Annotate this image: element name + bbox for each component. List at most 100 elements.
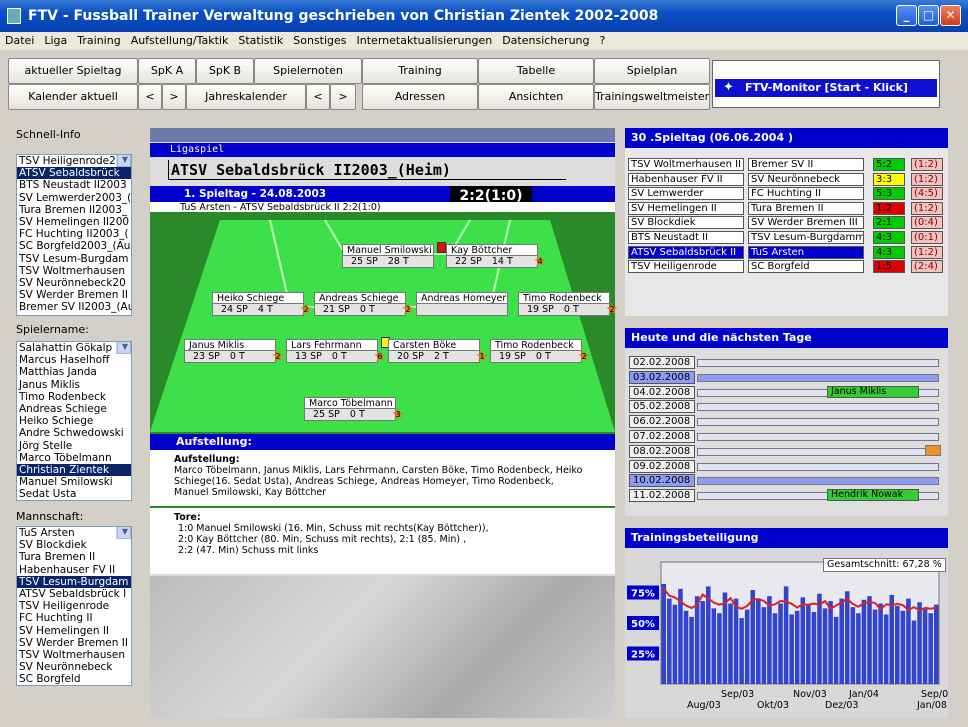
match-away-team[interactable]: TSV Lesum-Burgdamm II — [748, 231, 864, 244]
list-item[interactable]: Christian Zientek — [17, 463, 131, 477]
match-away-team[interactable]: Tura Bremen II — [748, 201, 864, 215]
list-item[interactable]: SV Neurönnebeck — [17, 661, 131, 673]
match-home-team[interactable]: SV Hemelingen II — [628, 201, 744, 215]
spieler-list[interactable]: Salahattin Gökalp Marcus Haselhoff Matthia… — [16, 341, 132, 501]
toolbar-button[interactable]: Training — [362, 58, 478, 84]
player-card[interactable]: Marco Töbelmann 25 SP 0 T ★ 3 — [304, 397, 405, 423]
schnellinfo-list[interactable]: TSV Heiligenrode2000 ATSV Sebaldsbrück BTS… — [16, 154, 132, 316]
list-item[interactable]: SV Werder Bremen II — [17, 289, 131, 301]
match-away-team[interactable]: SV Neurönnebeck — [748, 172, 864, 186]
toolbar-button[interactable]: Ansichten — [478, 84, 594, 110]
list-item[interactable]: SC Borgfeld2003_(Au — [17, 240, 131, 252]
player-card[interactable]: Andreas Homeyer — [416, 292, 508, 318]
list-item[interactable]: BTS Neustadt II2003 — [17, 179, 131, 191]
minimize-button[interactable]: _ — [896, 5, 917, 26]
toolbar-button[interactable]: < — [138, 84, 162, 110]
list-item[interactable]: Heiko Schiege — [17, 415, 131, 427]
match-home-team[interactable]: ATSV Sebaldsbrück II — [628, 245, 744, 259]
date-label[interactable]: 09.02.2008 — [629, 459, 695, 473]
player-card[interactable]: Janus Miklis 23 SP 0 T ★ 2 — [184, 339, 285, 365]
menu-item[interactable]: Aufstellung/Taktik — [126, 32, 234, 49]
scroll-down-button[interactable]: ▼ — [117, 342, 131, 355]
ftv-monitor-button[interactable]: ✦ FTV-Monitor [Start - Klick] — [715, 79, 937, 97]
player-card[interactable]: Carsten Böke 20 SP 2 T ★ 1 — [388, 339, 489, 365]
menu-item[interactable]: Liga — [39, 32, 72, 49]
date-label[interactable]: 05.02.2008 — [629, 400, 695, 414]
list-item[interactable]: Marcus Haselhoff — [17, 354, 131, 366]
list-item[interactable]: TSV Heiligenrode2000 — [17, 155, 131, 167]
list-item[interactable]: TSV Woltmerhausen — [17, 649, 131, 661]
toolbar-button[interactable]: > — [162, 84, 186, 110]
toolbar-button[interactable]: Tabelle — [478, 58, 594, 84]
list-item[interactable]: SV Hemelingen II200 — [17, 216, 131, 228]
toolbar-button[interactable]: Kalender aktuell — [8, 84, 138, 110]
menu-item[interactable]: ? — [595, 32, 611, 49]
scrollbar[interactable]: ▲▼ — [116, 527, 131, 540]
list-item[interactable]: TSV Woltmerhausen — [17, 265, 131, 277]
toolbar-button[interactable]: Trainingsweltmeister — [594, 84, 710, 110]
player-card[interactable]: Timo Rodenbeck 19 SP 0 T ★ 2 — [490, 339, 591, 365]
match-away-team[interactable]: Bremer SV II — [748, 158, 864, 171]
player-card[interactable]: Kay Böttcher 22 SP 14 T ★ 4 — [446, 244, 547, 270]
maximize-button[interactable]: □ — [918, 5, 939, 26]
player-card[interactable]: Manuel Smilowski 25 SP 28 T — [342, 242, 446, 270]
list-item[interactable]: TSV Lesum-Burgdam — [17, 575, 131, 588]
scrollbar[interactable]: ▲▼ — [116, 342, 131, 355]
date-label[interactable]: 06.02.2008 — [629, 415, 695, 429]
toolbar-button[interactable]: Jahreskalender — [186, 84, 306, 110]
app-icon[interactable] — [7, 8, 21, 24]
menu-item[interactable]: Statistik — [233, 32, 288, 49]
list-item[interactable]: Tura Bremen II — [17, 551, 131, 563]
date-label[interactable]: 03.02.2008 — [629, 370, 695, 384]
list-item[interactable]: SV Blockdiek — [17, 539, 131, 551]
toolbar-button[interactable]: > — [330, 84, 356, 110]
date-label[interactable]: 04.02.2008 — [629, 385, 695, 399]
list-item[interactable]: ATSV Sebaldsbrück — [17, 167, 131, 180]
list-item[interactable]: TuS Arsten — [17, 527, 131, 539]
list-item[interactable]: Janus Miklis — [17, 379, 131, 391]
date-label[interactable]: 08.02.2008 — [629, 444, 695, 458]
toolbar-button[interactable]: < — [306, 84, 330, 110]
list-item[interactable]: FC Huchting II — [17, 612, 131, 624]
list-item[interactable]: SV Neurönnebeck20 — [17, 277, 131, 289]
date-label[interactable]: 10.02.2008 — [629, 474, 695, 488]
list-item[interactable]: Andreas Schiege — [17, 403, 131, 415]
player-card[interactable]: Heiko Schiege 24 SP 4 T ★ 2 — [212, 292, 313, 318]
menu-item[interactable]: Training — [72, 32, 125, 49]
list-item[interactable]: TSV Heiligenrode — [17, 600, 131, 612]
match-away-team[interactable]: SV Werder Bremen III — [748, 216, 864, 230]
match-home-team[interactable]: TSV Heiligenrode — [628, 260, 744, 274]
toolbar-button[interactable]: SpK B — [196, 58, 254, 84]
list-item[interactable]: Jörg Stelle — [17, 440, 131, 452]
list-item[interactable]: TSV Lesum-Burgdam — [17, 253, 131, 265]
list-item[interactable]: Sedat Usta — [17, 488, 131, 500]
scrollbar[interactable]: ▲▼ — [116, 155, 131, 168]
mannschaft-list[interactable]: TuS Arsten SV Blockdiek Tura Bremen II Habe… — [16, 526, 132, 686]
date-label[interactable]: 07.02.2008 — [629, 430, 695, 443]
toolbar-button[interactable]: Spielplan — [594, 58, 710, 84]
scroll-down-button[interactable]: ▼ — [117, 155, 131, 168]
scroll-down-button[interactable]: ▼ — [117, 527, 131, 540]
list-item[interactable]: Manuel Smilowski — [17, 476, 131, 488]
list-item[interactable]: ATSV Sebaldsbrück I — [17, 588, 131, 600]
menu-item[interactable]: Datei — [0, 32, 39, 49]
list-item[interactable]: SC Borgfeld — [17, 673, 131, 685]
list-item[interactable]: Andre Schwedowski — [17, 427, 131, 439]
toolbar-button[interactable]: aktueller Spieltag — [8, 58, 138, 84]
match-home-team[interactable]: SV Lemwerder — [628, 187, 744, 201]
ftv-monitor[interactable]: ✦ FTV-Monitor [Start - Klick] — [712, 60, 940, 108]
list-item[interactable]: Marco Töbelmann — [17, 452, 131, 464]
list-item[interactable]: Salahattin Gökalp — [17, 342, 131, 354]
list-item[interactable]: Bremer SV II2003_(Au — [17, 301, 131, 313]
list-item[interactable]: SV Lemwerder2003_( — [17, 192, 131, 204]
date-label[interactable]: 02.02.2008 — [629, 356, 695, 369]
menu-item[interactable]: Sonstiges — [288, 32, 351, 49]
list-item[interactable]: SV Werder Bremen II — [17, 637, 131, 649]
match-home-team[interactable]: BTS Neustadt II — [628, 231, 744, 244]
player-card[interactable]: Andreas Schiege 21 SP 0 T ★ 2 — [314, 292, 415, 318]
match-home-team[interactable]: TSV Woltmerhausen II — [628, 158, 744, 171]
close-button[interactable]: ✕ — [940, 5, 961, 26]
event-marker[interactable] — [925, 444, 941, 456]
toolbar-button[interactable]: SpK A — [138, 58, 196, 84]
date-label[interactable]: 11.02.2008 — [629, 489, 695, 503]
